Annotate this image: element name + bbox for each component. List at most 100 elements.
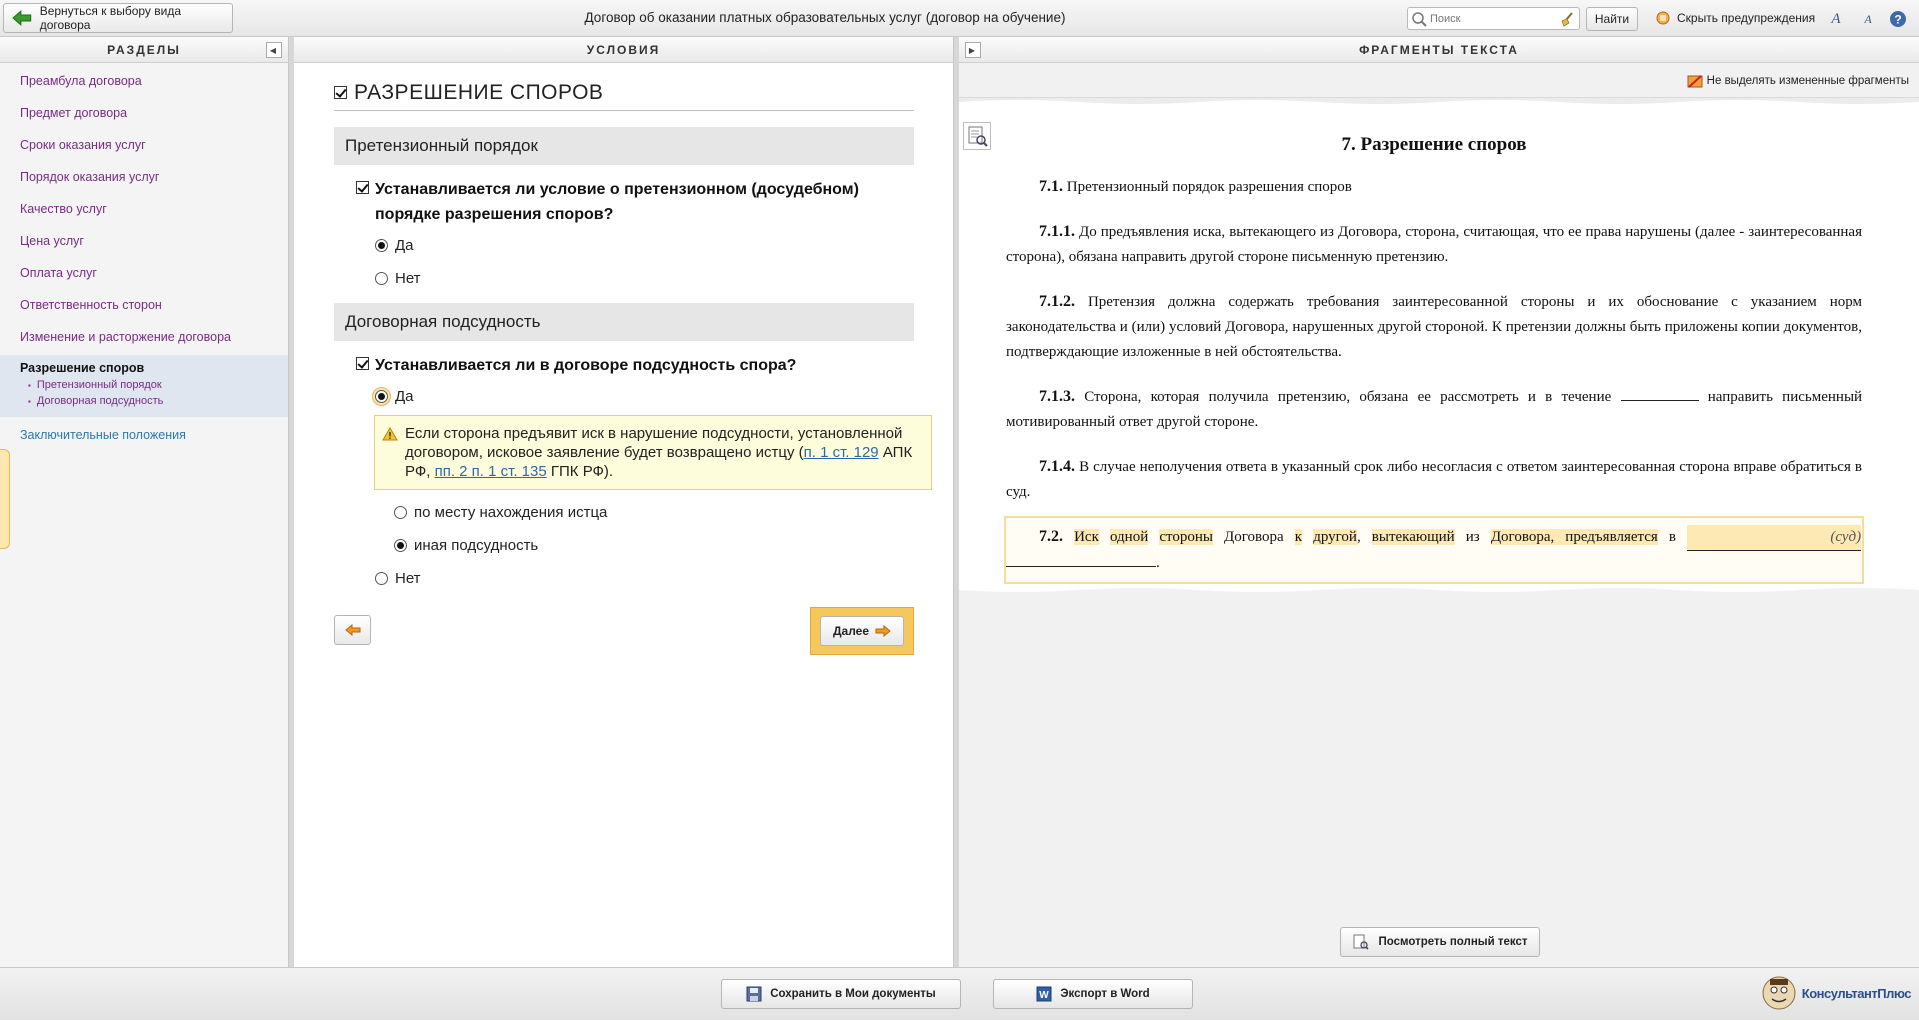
document-title: Договор об оказании платных образователь…	[584, 10, 1066, 25]
clause-text: Претензионный порядок разрешения споров	[1066, 179, 1352, 195]
heading-text: Разрешение споров	[1360, 134, 1527, 155]
conditions-panel-header: УСЛОВИЯ	[294, 37, 953, 63]
previous-button[interactable]	[334, 615, 371, 645]
jurisdiction-no-option[interactable]: Нет	[375, 562, 914, 595]
clause-7-2-changed: 7.2. Иск одной стороны Договора к другой…	[1004, 516, 1864, 584]
back-to-contract-type-button[interactable]: Вернуться к выбору вида договора	[3, 3, 233, 33]
word-icon: W	[1036, 986, 1052, 1002]
link-gpk-135[interactable]: пп. 2 п. 1 ст. 135	[435, 463, 547, 480]
changed-word: вытекающий	[1371, 529, 1455, 545]
court-placeholder: (суд)	[1830, 529, 1862, 545]
search-input[interactable]	[1430, 12, 1550, 25]
section-item-subject[interactable]: Предмет договора	[0, 97, 288, 129]
document-heading: 7. Разрешение споров	[1006, 134, 1862, 156]
block-claim-header: Претензионный порядок	[334, 127, 914, 165]
jurisdiction-yes-radio[interactable]	[375, 390, 388, 403]
top-toolbar: Вернуться к выбору вида договора Договор…	[0, 0, 1919, 37]
subsection-list: Претензионный порядок Договорная подсудн…	[20, 377, 268, 409]
jurisdiction-yes-option[interactable]: Да	[372, 380, 914, 413]
clause-number: 7.2.	[1039, 528, 1063, 545]
find-button[interactable]: Найти	[1586, 7, 1638, 31]
clause-7-1-4: 7.1.4. В случае неполучения ответа в ука…	[1006, 454, 1862, 505]
focused-radio-ring	[372, 387, 391, 406]
no-highlight-toggle[interactable]: Не выделять измененные фрагменты	[1687, 73, 1909, 89]
document-fragment: 7. Разрешение споров 7.1. Претензионный …	[959, 97, 1919, 595]
clause-number: 7.1.2.	[1039, 293, 1075, 310]
claim-yes-radio[interactable]	[375, 239, 388, 252]
next-button-highlight: Далее	[810, 607, 914, 655]
jurisdiction-no-radio[interactable]	[375, 572, 388, 585]
text-fragments-panel: ▶ ФРАГМЕНТЫ ТЕКСТА Не выделять измененны…	[959, 37, 1919, 967]
section-item-disputes[interactable]: Разрешение споров Претензионный порядок …	[0, 355, 288, 417]
link-apk-129[interactable]: п. 1 ст. 129	[804, 444, 879, 461]
next-button[interactable]: Далее	[820, 616, 904, 646]
plaintiff-location-radio[interactable]	[394, 506, 407, 519]
document-view-icon[interactable]	[963, 122, 991, 150]
claim-question-checkbox[interactable]	[356, 181, 369, 194]
document-search-icon	[1353, 934, 1370, 950]
hide-warnings-label: Скрыть предупреждения	[1677, 11, 1816, 25]
section-item-price[interactable]: Цена услуг	[0, 225, 288, 257]
section-item-payment[interactable]: Оплата услуг	[0, 257, 288, 289]
claim-no-radio[interactable]	[375, 272, 388, 285]
font-decrease-icon[interactable]: A	[1858, 8, 1878, 30]
warnings-icon	[1656, 11, 1670, 25]
export-to-word-button[interactable]: W Экспорт в Word	[993, 979, 1193, 1009]
clear-search-icon[interactable]	[1559, 11, 1575, 27]
section-item-preamble[interactable]: Преамбула договора	[0, 65, 288, 97]
section-item-amendment[interactable]: Изменение и расторжение договора	[0, 321, 288, 353]
logo-text: КонсультантПлюс	[1801, 985, 1912, 1001]
bottom-bar: Сохранить в Мои документы W Экспорт в Wo…	[0, 967, 1919, 1020]
no-highlight-label: Не выделять измененные фрагменты	[1706, 75, 1909, 87]
help-icon[interactable]: ?	[1888, 8, 1908, 30]
clause-text: Претензия должна содержать требования за…	[1006, 294, 1862, 360]
section-item-final[interactable]: Заключительные положения	[0, 419, 288, 451]
subsection-item-claim[interactable]: Претензионный порядок	[28, 377, 268, 393]
collapse-left-panel-icon[interactable]: ◀	[266, 42, 282, 58]
claim-yes-option[interactable]: Да	[375, 229, 914, 262]
clause-7-1-3: 7.1.3. Сторона, которая получила претенз…	[1006, 384, 1862, 435]
search-icon	[1412, 11, 1427, 27]
font-increase-icon[interactable]: A	[1826, 8, 1846, 30]
step-navigation: Далее	[334, 607, 914, 667]
conditions-panel: УСЛОВИЯ РАЗРЕШЕНИЕ СПОРОВ Претензионный …	[294, 37, 954, 967]
clause-7-1-1: 7.1.1. До предъявления иска, вытекающего…	[1006, 219, 1862, 270]
plaintiff-location-option[interactable]: по месту нахождения истца	[394, 496, 914, 529]
other-jurisdiction-option[interactable]: иная подсудность	[394, 529, 914, 562]
section-item-liability[interactable]: Ответственность сторон	[0, 289, 288, 321]
clause-number: 7.1.4.	[1039, 458, 1075, 475]
hide-warnings-toggle[interactable]: Скрыть предупреждения	[1655, 10, 1815, 26]
search-box[interactable]	[1407, 7, 1580, 30]
claim-yes-label: Да	[395, 237, 414, 254]
section-checkbox[interactable]	[334, 86, 347, 99]
paper-edge-bottom	[959, 588, 1919, 595]
arrow-left-icon	[344, 624, 360, 636]
arrow-left-icon	[12, 10, 32, 26]
clause-number: 7.1.1.	[1039, 223, 1075, 240]
other-jurisdiction-radio[interactable]	[394, 539, 407, 552]
side-tab-handle[interactable]	[0, 449, 10, 549]
save-to-my-documents-button[interactable]: Сохранить в Мои документы	[721, 979, 961, 1009]
clause-text: До предъявления иска, вытекающего из Дог…	[1006, 224, 1862, 265]
jurisdiction-yes-label: Да	[395, 388, 414, 405]
section-item-terms[interactable]: Сроки оказания услуг	[0, 129, 288, 161]
changed-word: Договора, предъявляется	[1490, 529, 1658, 545]
arrow-right-icon	[875, 625, 891, 637]
section-item-quality[interactable]: Качество услуг	[0, 193, 288, 225]
highlight-off-icon	[1687, 75, 1703, 88]
expand-right-panel-icon[interactable]: ▶	[965, 42, 981, 58]
view-full-text-button[interactable]: Посмотреть полный текст	[1340, 927, 1540, 957]
clause-word: из	[1465, 529, 1480, 545]
clause-text: Сторона, которая получила претензию, обя…	[1084, 389, 1612, 405]
subsection-item-jurisdiction[interactable]: Договорная подсудность	[28, 393, 268, 409]
claim-no-option[interactable]: Нет	[375, 262, 914, 295]
section-item-procedure[interactable]: Порядок оказания услуг	[0, 161, 288, 193]
svg-text:?: ?	[1894, 13, 1901, 27]
changed-word: Иск	[1074, 529, 1099, 545]
clause-word: в	[1668, 529, 1676, 545]
jurisdiction-question-checkbox[interactable]	[356, 357, 369, 370]
fragments-panel-header: ▶ ФРАГМЕНТЫ ТЕКСТА	[959, 37, 1919, 63]
document-text: 7. Разрешение споров 7.1. Претензионный …	[1004, 134, 1864, 584]
paper-edge-top	[959, 98, 1919, 104]
court-blank: (суд)	[1687, 525, 1862, 551]
